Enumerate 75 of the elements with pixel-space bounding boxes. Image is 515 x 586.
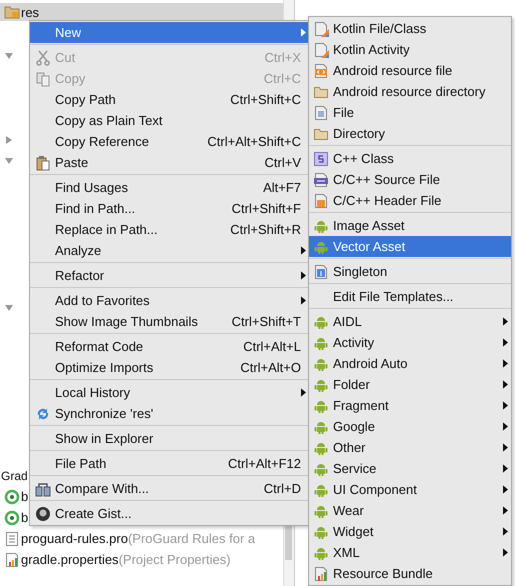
menu-item[interactable]: Find Usages Alt+F7 [30,177,309,198]
chart-file-icon [4,552,20,568]
kotlin-file-icon [313,42,329,58]
tree-item[interactable]: gradle.properties(Project Properties) [21,552,231,567]
menu-item[interactable]: Optimize Imports Ctrl+Alt+O [30,357,309,378]
menu-item[interactable]: Paste Ctrl+V [30,152,309,173]
menu-item[interactable]: Folder [309,374,511,395]
menu-item[interactable]: Image Asset [309,215,511,236]
menu-item[interactable]: Copy Reference Ctrl+Alt+Shift+C [30,131,309,152]
menu-item[interactable]: Show Image Thumbnails Ctrl+Shift+T [30,311,309,332]
menu-item[interactable]: Local History [30,382,309,403]
clipboard-icon [34,154,50,170]
expand-toggle-icon[interactable] [4,50,14,60]
gradle-icon [4,488,20,504]
menu-item[interactable]: Copy as Plain Text [30,110,309,131]
chart-file-icon [313,566,329,582]
menu-item[interactable]: Edit File Templates... [309,286,511,307]
class-icon [313,150,329,166]
menu-item[interactable]: File [309,102,511,123]
menu-item[interactable]: Google [309,416,511,437]
menu-item[interactable]: UI Component [309,479,511,500]
menu-item[interactable]: File Path Ctrl+Alt+F12 [30,453,309,474]
menu-item[interactable]: Activity [309,332,511,353]
menu-item[interactable]: Synchronize 'res' [30,403,309,424]
gradle-icon [4,510,20,526]
menu-item[interactable]: Copy Path Ctrl+Shift+C [30,89,309,110]
menu-item[interactable]: Directory [309,123,511,144]
menu-item[interactable]: Kotlin Activity [309,39,511,60]
menu-item[interactable]: Service [309,458,511,479]
menu-item[interactable]: Show in Explorer [30,428,309,449]
copy-icon [34,70,50,86]
menu-item[interactable]: Wear [309,500,511,521]
tree-item[interactable]: b [21,489,28,504]
menu-item[interactable]: Create Gist... [30,503,309,524]
source-file-icon [313,172,329,188]
menu-item[interactable]: XML [309,542,511,563]
circle-icon [34,506,50,522]
menu-item[interactable]: Compare With... Ctrl+D [30,478,309,499]
menu-item[interactable]: Widget [309,521,511,542]
menu-item[interactable]: C/C++ Source File [309,169,511,190]
menu-item[interactable]: Reformat Code Ctrl+Alt+L [30,336,309,357]
menu-item[interactable]: Find in Path... Ctrl+Shift+F [30,198,309,219]
tree-item[interactable]: proguard-rules.pro(ProGuard Rules for a [21,531,256,546]
menu-item[interactable]: Add to Favorites [30,290,309,311]
menu-item[interactable]: Refactor [30,265,309,286]
file-icon [313,104,329,120]
menu-item[interactable]: C++ Class [309,148,511,169]
compare-icon [34,480,50,496]
menu-item[interactable]: Replace in Path... Ctrl+Shift+R [30,219,309,240]
scissors-icon [34,50,50,66]
menu-item[interactable]: Vector Asset [309,236,511,257]
menu-item[interactable]: Resource Bundle [309,563,511,584]
tree-item[interactable]: Grad [1,468,28,482]
menu-item[interactable]: Fragment [309,395,511,416]
folder-icon [4,4,20,20]
expand-toggle-icon[interactable] [4,134,14,144]
resource-file-icon [313,62,329,78]
menu-item[interactable]: New [30,22,309,43]
tree-item[interactable]: res [21,4,40,20]
menu-item[interactable]: Android resource file [309,60,511,81]
menu-item[interactable]: Other [309,437,511,458]
menu-item[interactable]: Kotlin File/Class [309,18,511,39]
kotlin-file-icon [313,20,329,36]
menu-item[interactable]: C/C++ Header File [309,190,511,211]
expand-toggle-icon[interactable] [4,302,14,312]
menu-item[interactable]: Analyze [30,240,309,261]
tree-item[interactable]: b [21,510,28,525]
menu-item[interactable]: Android Auto [309,353,511,374]
header-file-icon [313,192,329,208]
file-icon [313,264,329,280]
expand-toggle-icon[interactable] [4,156,14,166]
menu-item[interactable]: AIDL [309,311,511,332]
text-file-icon [4,530,20,546]
menu-item[interactable]: Android resource directory [309,81,511,102]
menu-item[interactable]: Singleton [309,261,511,282]
